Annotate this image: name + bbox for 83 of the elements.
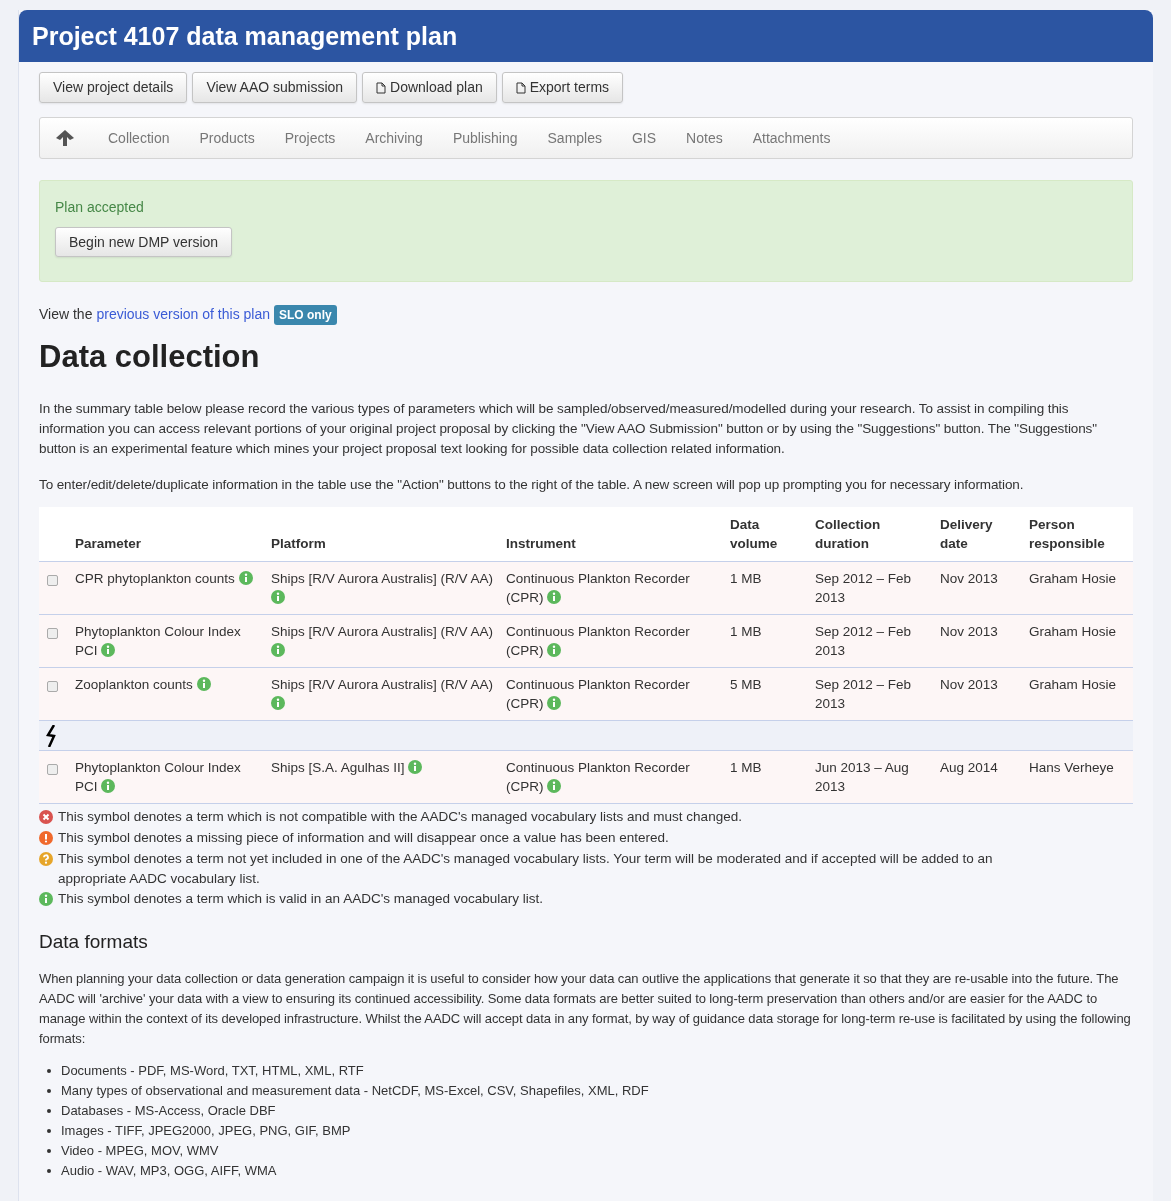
table-cell: Nov 2013 [940,677,998,692]
nav-link[interactable]: GIS [632,127,657,149]
table-cell: 1 MB [730,571,762,586]
legend-text: This symbol denotes a term not yet included in one of the AADC's managed vocabulary lists. Your term will be moderated and if accepted will be added to an appropriate AADC vocabulary list. [58,850,994,888]
intro-paragraph: In the summary table below please record the various types of parameters which will be sampled/observed/measured/modelled during your research. To assist in compiling this information you can access relevant portions of your original project proposal by clicking the "View AAO Submission" button or by using the "Suggestions" button. The "Suggestions" button is an experimental feature which mines your project proposal text looking for possible data collection related information. [39,400,1098,458]
table-cell: Ships [R/V Aurora Australis] (R/V AA) [271,677,494,692]
list-item: Databases - MS-Access, Oracle DBF [61,1101,276,1120]
legend-text: This symbol denotes a missing piece of information and will disappear once a value has been entered. [58,829,669,847]
lightning-icon[interactable] [46,724,58,747]
column-header: Collection duration [815,517,881,551]
list-item: Images - TIFF, JPEG2000, JPEG, PNG, GIF, BMP [61,1121,351,1140]
table-cell-text: Ships [S.A. Agulhas II] [271,760,406,775]
up-arrow-icon[interactable] [56,130,74,146]
column-header: Platform [271,536,326,551]
table-cell: 1 MB [730,760,762,775]
column-header: Delivery date [940,517,993,551]
previous-version-link[interactable]: previous version of this plan [96,304,270,325]
table-cell: Continuous Plankton Recorder (CPR) [506,760,690,794]
table-cell: Graham Hosie [1029,677,1117,692]
table-cell: Phytoplankton Colour Index PCI [75,624,241,658]
bullet-icon [47,1088,51,1093]
file-icon [376,81,387,94]
table-cell: 1 MB [730,624,762,639]
table-cell: 5 MB [730,677,762,692]
action-button[interactable]: Download plan [362,72,497,103]
bullet-icon [47,1068,51,1073]
list-item: Documents - PDF, MS-Word, TXT, HTML, XML, RTF [61,1061,364,1080]
nav-link[interactable]: Collection [108,127,170,149]
table-cell: Hans Verheye [1029,760,1114,775]
nav-link[interactable]: Notes [686,127,723,149]
table-cell: Continuous Plankton Recorder (CPR) [506,624,690,658]
list-item: Video - MPEG, MOV, WMV [61,1141,219,1160]
table-cell: Jun 2013 – Aug 2013 [815,760,909,794]
table-cell: Aug 2014 [940,760,998,775]
column-header: Data volume [730,517,778,551]
action-button[interactable]: View AAO submission [192,72,358,103]
list-item: Audio - WAV, MP3, OGG, AIFF, WMA [61,1161,277,1180]
table-cell-text: CPR phytoplankton counts [75,571,236,586]
section-heading: Data collection [39,339,261,375]
nav-link[interactable]: Publishing [452,127,518,149]
nav-link[interactable]: Products [199,127,255,149]
table-cell: Nov 2013 [940,624,998,639]
column-header: Parameter [75,536,142,551]
previous-version-text: View the [39,305,93,324]
formats-paragraph: When planning your data collection or data generation campaign it is useful to consider how your data can outlive the applications that generate it so that they are re-usable into the future. The AADC will 'archive' your data with a view to ensuring its continued accessibility. Some data formats are better suited to long-term preservation than others and/or are easier for the AADC to manage within the context of its developed infrastructure. Whilst the AADC will accept data in any format, by way of guidance data storage for long-term re-use is facilitated by using the following formats: [39,969,1132,1048]
table-cell: Ships [R/V Aurora Australis] (R/V AA) [271,624,494,639]
table-cell: Continuous Plankton Recorder (CPR) [506,571,690,605]
subsection-heading: Data formats [39,930,149,954]
table-cell: Sep 2012 – Feb 2013 [815,624,912,658]
list-item: Many types of observational and measurement data - NetCDF, MS-Excel, CSV, Shapefiles, XML, RDF [61,1081,649,1100]
slo-only-badge: SLO only [274,304,337,325]
table-cell: Continuous Plankton Recorder (CPR) [506,677,690,711]
bullet-icon [47,1128,51,1133]
legend-text: This symbol denotes a term which is valid in an AADC's managed vocabulary list. [58,890,544,908]
table-cell: Nov 2013 [940,571,998,586]
nav-link[interactable]: Samples [547,127,602,149]
alert-message: Plan accepted [55,198,145,217]
bullet-icon [47,1148,51,1153]
table-cell: Phytoplankton Colour Index PCI [75,760,241,794]
intro-paragraph: To enter/edit/delete/duplicate information in the table use the "Action" buttons to the right of the table. A new screen will pop up prompting you for necessary information. [39,476,1025,494]
legend-text: This symbol denotes a term which is not compatible with the AADC's managed vocabulary lists and must changed. [58,808,742,826]
row-checkbox[interactable] [47,575,58,586]
table-cell: Graham Hosie [1029,571,1117,586]
table-cell: Sep 2012 – Feb 2013 [815,677,912,711]
row-checkbox[interactable] [47,681,58,692]
bullet-icon [47,1168,51,1173]
table-cell-text: Zooplankton counts [75,677,194,692]
action-button[interactable]: Export terms [501,72,624,103]
new-version-button[interactable]: Begin new DMP version [55,227,233,257]
nav-link[interactable]: Attachments [752,127,831,149]
action-button[interactable]: View project details [39,72,188,103]
nav-link[interactable]: Projects [284,127,336,149]
row-checkbox[interactable] [47,764,58,775]
bullet-icon [47,1108,51,1113]
table-cell: Ships [R/V Aurora Australis] (R/V AA) [271,571,494,586]
nav-link[interactable]: Archiving [365,127,423,149]
row-checkbox[interactable] [47,628,58,639]
table-cell: Sep 2012 – Feb 2013 [815,571,912,605]
page-title: Project 4107 data management plan [32,21,459,52]
column-header: Person responsible [1029,517,1105,551]
table-cell: Graham Hosie [1029,624,1117,639]
file-icon [515,81,526,94]
column-header: Instrument [506,536,576,551]
